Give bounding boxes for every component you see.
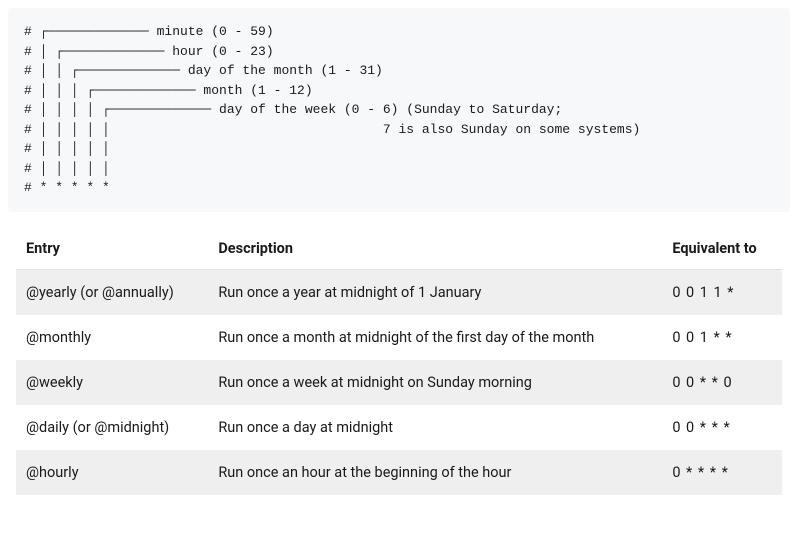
cell-description: Run once an hour at the beginning of the…	[208, 450, 662, 495]
cron-shortcuts-table-wrap: Entry Description Equivalent to @yearly …	[0, 220, 798, 511]
cell-entry: @monthly	[16, 315, 208, 360]
cell-equivalent: 0 0 1 * *	[662, 315, 782, 360]
cell-description: Run once a year at midnight of 1 January	[208, 269, 662, 315]
cell-equivalent: 0 0 1 1 *	[662, 269, 782, 315]
cell-entry: @yearly (or @annually)	[16, 269, 208, 315]
table-row: @yearly (or @annually) Run once a year a…	[16, 269, 782, 315]
cell-equivalent: 0 * * * *	[662, 450, 782, 495]
cell-entry: @daily (or @midnight)	[16, 405, 208, 450]
cell-equivalent: 0 0 * * 0	[662, 360, 782, 405]
table-row: @hourly Run once an hour at the beginnin…	[16, 450, 782, 495]
header-entry: Entry	[16, 228, 208, 270]
cell-entry: @hourly	[16, 450, 208, 495]
cell-equivalent: 0 0 * * *	[662, 405, 782, 450]
table-row: @monthly Run once a month at midnight of…	[16, 315, 782, 360]
table-header-row: Entry Description Equivalent to	[16, 228, 782, 270]
cell-description: Run once a day at midnight	[208, 405, 662, 450]
cell-description: Run once a month at midnight of the firs…	[208, 315, 662, 360]
cron-syntax-diagram: # ┌───────────── minute (0 - 59) # │ ┌──…	[8, 8, 790, 212]
header-description: Description	[208, 228, 662, 270]
table-row: @weekly Run once a week at midnight on S…	[16, 360, 782, 405]
table-row: @daily (or @midnight) Run once a day at …	[16, 405, 782, 450]
cell-description: Run once a week at midnight on Sunday mo…	[208, 360, 662, 405]
cron-shortcuts-table: Entry Description Equivalent to @yearly …	[16, 228, 782, 495]
cell-entry: @weekly	[16, 360, 208, 405]
header-equivalent: Equivalent to	[662, 228, 782, 270]
